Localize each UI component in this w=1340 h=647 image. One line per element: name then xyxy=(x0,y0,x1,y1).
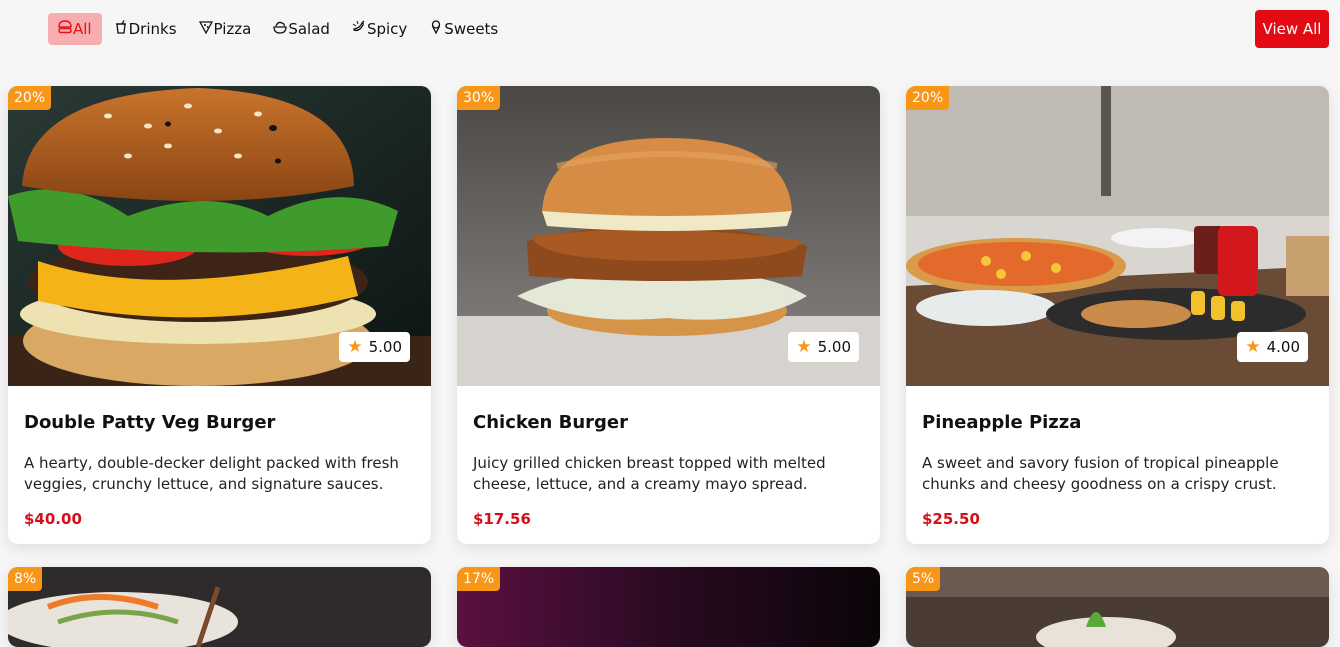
filter-all[interactable]: All xyxy=(48,13,102,45)
product-price: $17.56 xyxy=(473,510,531,528)
rating-value: 4.00 xyxy=(1266,338,1300,356)
product-image: 20% ★ 4.00 xyxy=(906,86,1329,386)
filter-spicy[interactable]: Spicy xyxy=(342,13,417,45)
product-title: Double Patty Veg Burger xyxy=(24,412,276,433)
chili-icon xyxy=(352,20,365,32)
filter-salad[interactable]: Salad xyxy=(263,13,340,45)
product-title: Pineapple Pizza xyxy=(922,412,1082,433)
filter-salad-label: Salad xyxy=(288,20,330,38)
filter-sweets-label: Sweets xyxy=(444,20,499,38)
product-image: 8% xyxy=(8,567,431,647)
filter-all-label: All xyxy=(73,20,92,38)
filter-pizza-label: Pizza xyxy=(213,20,252,38)
rating-value: 5.00 xyxy=(817,338,851,356)
rating-chip: ★ 5.00 xyxy=(339,332,410,362)
filter-sweets[interactable]: Sweets xyxy=(419,13,508,45)
rating-value: 5.00 xyxy=(368,338,402,356)
product-image: 5% xyxy=(906,567,1329,647)
product-description: Juicy grilled chicken breast topped with… xyxy=(473,454,826,493)
rating-chip: ★ 4.00 xyxy=(1237,332,1308,362)
discount-badge: 8% xyxy=(8,567,43,591)
star-icon: ★ xyxy=(796,337,812,357)
category-bar: All Drinks Pizza Salad Spicy Sweets View… xyxy=(0,0,1340,62)
filter-spicy-label: Spicy xyxy=(366,20,408,38)
view-all-button[interactable]: View All xyxy=(1255,10,1329,48)
product-image: 30% ★ 5.00 xyxy=(457,86,880,386)
product-card[interactable]: 17% xyxy=(457,567,880,647)
discount-badge: 17% xyxy=(457,567,501,591)
category-filters: All Drinks Pizza Salad Spicy Sweets xyxy=(48,13,510,45)
product-card[interactable]: 20% ★ 4.00 Pineapple Pizza A sweet and s… xyxy=(906,86,1329,544)
discount-badge: 5% xyxy=(906,567,941,591)
product-card[interactable]: 20% ★ 5.00 Double Patty Veg Burger A hea… xyxy=(8,86,431,544)
product-price: $40.00 xyxy=(24,510,82,528)
product-image: 17% xyxy=(457,567,880,647)
filter-pizza[interactable]: Pizza xyxy=(189,13,262,45)
burger-icon xyxy=(58,20,72,34)
ice-cream-icon xyxy=(432,20,441,34)
salad-bowl-icon xyxy=(273,21,287,34)
filter-drinks[interactable]: Drinks xyxy=(104,13,187,45)
discount-badge: 20% xyxy=(8,86,52,110)
product-image: 20% ★ 5.00 xyxy=(8,86,431,386)
product-card[interactable]: 5% xyxy=(906,567,1329,647)
discount-badge: 30% xyxy=(457,86,501,110)
star-icon: ★ xyxy=(347,337,363,357)
pizza-slice-icon xyxy=(198,21,213,34)
star-icon: ★ xyxy=(1245,337,1261,357)
product-title: Chicken Burger xyxy=(473,412,629,433)
product-description: A sweet and savory fusion of tropical pi… xyxy=(922,454,1279,493)
filter-drinks-label: Drinks xyxy=(128,20,177,38)
discount-badge: 20% xyxy=(906,86,950,110)
product-description: A hearty, double-decker delight packed w… xyxy=(24,454,399,493)
cup-icon xyxy=(115,20,126,34)
product-card[interactable]: 30% ★ 5.00 Chicken Burger Juicy grilled … xyxy=(457,86,880,544)
product-card[interactable]: 8% xyxy=(8,567,431,647)
rating-chip: ★ 5.00 xyxy=(788,332,859,362)
product-price: $25.50 xyxy=(922,510,980,528)
